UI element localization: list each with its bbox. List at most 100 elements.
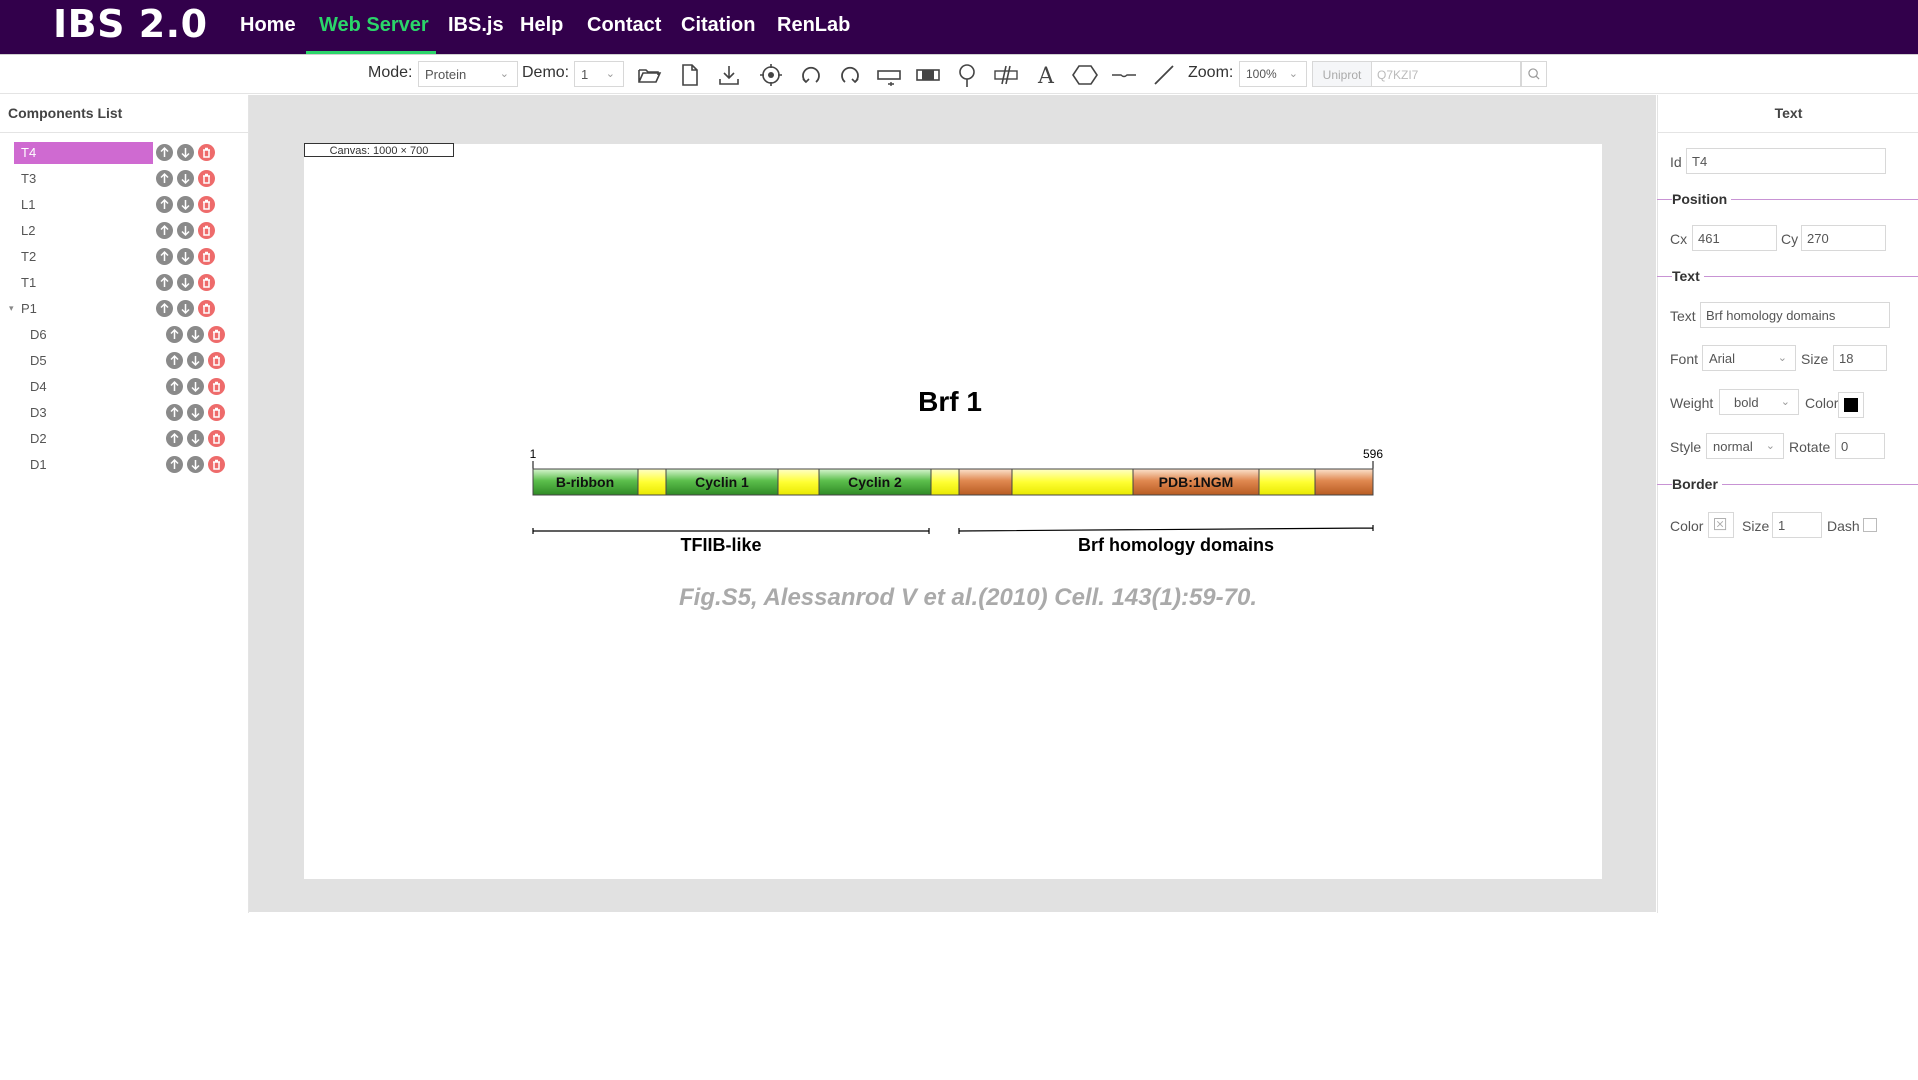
move-down-icon[interactable]	[177, 196, 194, 213]
rotate-input[interactable]: 0	[1835, 433, 1885, 459]
new-file-icon[interactable]	[676, 62, 702, 88]
protein-icon[interactable]	[876, 62, 902, 88]
component-item[interactable]: D3	[0, 402, 248, 422]
bond-icon[interactable]	[1111, 62, 1137, 88]
target-icon[interactable]	[758, 62, 784, 88]
expand-caret-icon[interactable]: ▾	[9, 303, 14, 314]
component-item[interactable]: D5	[0, 350, 248, 370]
nav-home[interactable]: Home	[240, 14, 296, 37]
move-up-icon[interactable]	[156, 300, 173, 317]
move-up-icon[interactable]	[166, 404, 183, 421]
domain-cyclin-1[interactable]: Cyclin 1	[665, 468, 779, 496]
border-color-picker[interactable]	[1708, 512, 1734, 538]
nav-web-server[interactable]: Web Server	[319, 14, 429, 37]
component-item[interactable]: T1	[0, 272, 248, 292]
demo-select[interactable]: 1 ⌄	[574, 61, 624, 87]
font-select[interactable]: Arial ⌄	[1702, 345, 1796, 371]
component-item[interactable]: T4	[0, 142, 248, 164]
hexagon-icon[interactable]	[1072, 62, 1098, 88]
delete-icon[interactable]	[208, 404, 225, 421]
move-up-icon[interactable]	[156, 248, 173, 265]
move-down-icon[interactable]	[177, 300, 194, 317]
move-down-icon[interactable]	[187, 404, 204, 421]
figure-citation[interactable]: Fig.S5, Alessanrod V et al.(2010) Cell. …	[679, 584, 1257, 611]
move-up-icon[interactable]	[166, 430, 183, 447]
component-item[interactable]: L1	[0, 194, 248, 214]
rotate-left-icon[interactable]	[798, 62, 824, 88]
domain-pdb-1ngm[interactable]: PDB:1NGM	[1132, 468, 1260, 496]
move-up-icon[interactable]	[166, 378, 183, 395]
rotate-right-icon[interactable]	[837, 62, 863, 88]
component-item[interactable]: D1	[0, 454, 248, 474]
component-item[interactable]: D4	[0, 376, 248, 396]
nav-renlab[interactable]: RenLab	[777, 14, 850, 37]
delete-icon[interactable]	[198, 274, 215, 291]
delete-icon[interactable]	[208, 456, 225, 473]
zoom-select[interactable]: 100% ⌄	[1239, 61, 1307, 87]
id-input[interactable]: T4	[1686, 148, 1886, 174]
weight-select[interactable]: bold ⌄	[1719, 389, 1799, 415]
move-down-icon[interactable]	[177, 222, 194, 239]
delete-icon[interactable]	[198, 248, 215, 265]
delete-icon[interactable]	[208, 326, 225, 343]
domain-orange-1[interactable]	[958, 468, 1013, 496]
protein-diagram[interactable]: Brf 1 1 596 B-ribbon Cyclin 1 Cyclin 2 P…	[304, 144, 1602, 879]
border-size-input[interactable]: 1	[1772, 512, 1822, 538]
component-item[interactable]: D2	[0, 428, 248, 448]
end-position-label[interactable]: 596	[1363, 447, 1383, 461]
move-up-icon[interactable]	[156, 274, 173, 291]
nav-contact[interactable]: Contact	[587, 14, 661, 37]
delete-icon[interactable]	[208, 430, 225, 447]
bracket-brf-homology[interactable]: Brf homology domains	[958, 525, 1374, 555]
uniprot-button[interactable]: Uniprot	[1312, 61, 1372, 87]
uniprot-search-input[interactable]: Q7KZI7	[1371, 61, 1521, 87]
nav-ibsjs[interactable]: IBS.js	[448, 14, 504, 37]
component-item[interactable]: D6	[0, 324, 248, 344]
search-icon[interactable]	[1521, 61, 1547, 87]
component-item[interactable]: T2	[0, 246, 248, 266]
start-position-label[interactable]: 1	[530, 447, 537, 461]
move-up-icon[interactable]	[156, 222, 173, 239]
move-up-icon[interactable]	[166, 456, 183, 473]
diagram-title[interactable]: Brf 1	[918, 386, 982, 417]
delete-icon[interactable]	[208, 352, 225, 369]
download-icon[interactable]	[716, 62, 742, 88]
style-select[interactable]: normal ⌄	[1706, 433, 1784, 459]
cy-input[interactable]: 270	[1801, 225, 1886, 251]
open-folder-icon[interactable]	[636, 62, 662, 88]
delete-icon[interactable]	[198, 300, 215, 317]
component-item[interactable]: T3	[0, 168, 248, 188]
drawing-canvas[interactable]: Brf 1 1 596 B-ribbon Cyclin 1 Cyclin 2 P…	[304, 144, 1602, 879]
marker-icon[interactable]	[954, 62, 980, 88]
delete-icon[interactable]	[198, 222, 215, 239]
move-up-icon[interactable]	[156, 144, 173, 161]
move-up-icon[interactable]	[166, 352, 183, 369]
move-up-icon[interactable]	[156, 196, 173, 213]
component-item[interactable]: ▾ P1	[0, 298, 248, 318]
move-down-icon[interactable]	[177, 274, 194, 291]
delete-icon[interactable]	[208, 378, 225, 395]
text-input[interactable]: Brf homology domains	[1700, 302, 1890, 328]
nav-citation[interactable]: Citation	[681, 14, 755, 37]
delete-icon[interactable]	[198, 170, 215, 187]
move-up-icon[interactable]	[156, 170, 173, 187]
domain-icon[interactable]	[915, 62, 941, 88]
move-down-icon[interactable]	[187, 456, 204, 473]
break-icon[interactable]	[993, 62, 1019, 88]
domain-cyclin-2[interactable]: Cyclin 2	[818, 468, 932, 496]
domain-orange-2[interactable]	[1314, 468, 1374, 496]
move-down-icon[interactable]	[187, 378, 204, 395]
line-icon[interactable]	[1151, 62, 1177, 88]
domain-b-ribbon[interactable]: B-ribbon	[532, 468, 639, 496]
bracket-tfiib-like[interactable]: TFIIB-like	[532, 528, 930, 555]
move-down-icon[interactable]	[187, 430, 204, 447]
move-down-icon[interactable]	[187, 352, 204, 369]
delete-icon[interactable]	[198, 144, 215, 161]
app-logo[interactable]: IBS 2.0	[53, 2, 208, 46]
move-up-icon[interactable]	[166, 326, 183, 343]
delete-icon[interactable]	[198, 196, 215, 213]
dash-checkbox[interactable]	[1863, 518, 1877, 532]
font-size-input[interactable]: 18	[1833, 345, 1887, 371]
move-down-icon[interactable]	[187, 326, 204, 343]
text-icon[interactable]: A	[1033, 62, 1059, 89]
